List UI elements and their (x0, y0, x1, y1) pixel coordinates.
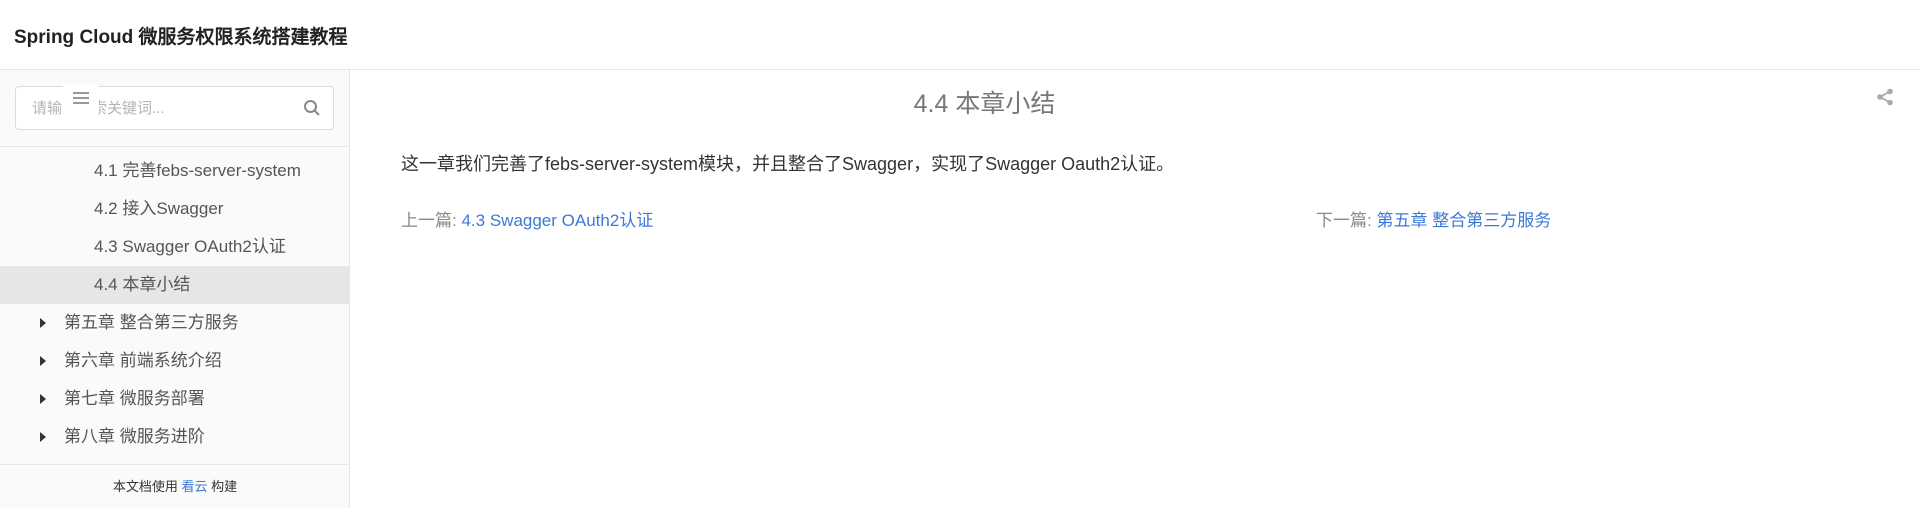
toc-chapter-5[interactable]: 第五章 整合第三方服务 (0, 304, 350, 342)
prev-page-nav: 上一篇: 4.3 Swagger OAuth2认证 (401, 206, 653, 231)
top-header: Spring Cloud 微服务权限系统搭建教程 (0, 0, 1920, 70)
next-page-link[interactable]: 第五章 整合第三方服务 (1376, 211, 1551, 230)
toc-item-4-4-active[interactable]: 4.4 本章小结 (0, 266, 350, 304)
menu-icon (73, 91, 89, 110)
next-page-nav: 下一篇: 第五章 整合第三方服务 (1316, 206, 1551, 231)
sidebar-footer: 本文档使用 看云 构建 (0, 464, 350, 508)
toc-chapter-8[interactable]: 第八章 微服务进阶 (0, 418, 350, 456)
toc-item-4-3[interactable]: 4.3 Swagger OAuth2认证 (0, 228, 350, 266)
toc-item-label: 第七章 微服务部署 (64, 389, 205, 408)
toc-item-4-1[interactable]: 4.1 完善febs-server-system (0, 152, 350, 190)
caret-right-icon[interactable] (40, 432, 46, 442)
toc-item-label: 4.4 本章小结 (94, 275, 191, 294)
next-label: 下一篇: (1316, 211, 1372, 230)
toc-chapter-6[interactable]: 第六章 前端系统介绍 (0, 342, 350, 380)
main-content: 4.4 本章小结 这一章我们完善了febs-server-system模块，并且… (351, 70, 1920, 508)
caret-right-icon[interactable] (40, 394, 46, 404)
table-of-contents: 4.1 完善febs-server-system 4.2 接入Swagger 4… (0, 152, 350, 456)
sidebar: 4.1 完善febs-server-system 4.2 接入Swagger 4… (0, 70, 350, 508)
toc-item-label: 第五章 整合第三方服务 (64, 313, 239, 332)
toc-item-label: 4.3 Swagger OAuth2认证 (94, 237, 286, 256)
prev-page-link[interactable]: 4.3 Swagger OAuth2认证 (461, 211, 653, 230)
share-icon[interactable] (1876, 88, 1894, 106)
search-input[interactable] (16, 87, 296, 129)
kancloud-link[interactable]: 看云 (181, 479, 207, 494)
footer-prefix: 本文档使用 (112, 479, 178, 494)
site-title[interactable]: Spring Cloud 微服务权限系统搭建教程 (14, 22, 348, 49)
toc-item-label: 4.2 接入Swagger (94, 199, 224, 218)
toc-item-label: 第八章 微服务进阶 (64, 427, 205, 446)
caret-right-icon[interactable] (40, 356, 46, 366)
footer-suffix: 构建 (211, 479, 238, 494)
toc-chapter-7[interactable]: 第七章 微服务部署 (0, 380, 350, 418)
prev-label: 上一篇: (401, 211, 457, 230)
sidebar-divider (0, 146, 350, 147)
toc-item-label: 第六章 前端系统介绍 (64, 351, 222, 370)
content-paragraph: 这一章我们完善了febs-server-system模块，并且整合了Swagge… (401, 154, 1175, 174)
toc-item-4-2[interactable]: 4.2 接入Swagger (0, 190, 350, 228)
toc-item-label: 4.1 完善febs-server-system (94, 161, 301, 180)
search-icon[interactable] (303, 99, 321, 117)
menu-toggle-button[interactable] (63, 84, 99, 116)
caret-right-icon[interactable] (40, 318, 46, 328)
page-title: 4.4 本章小结 (913, 90, 1056, 118)
